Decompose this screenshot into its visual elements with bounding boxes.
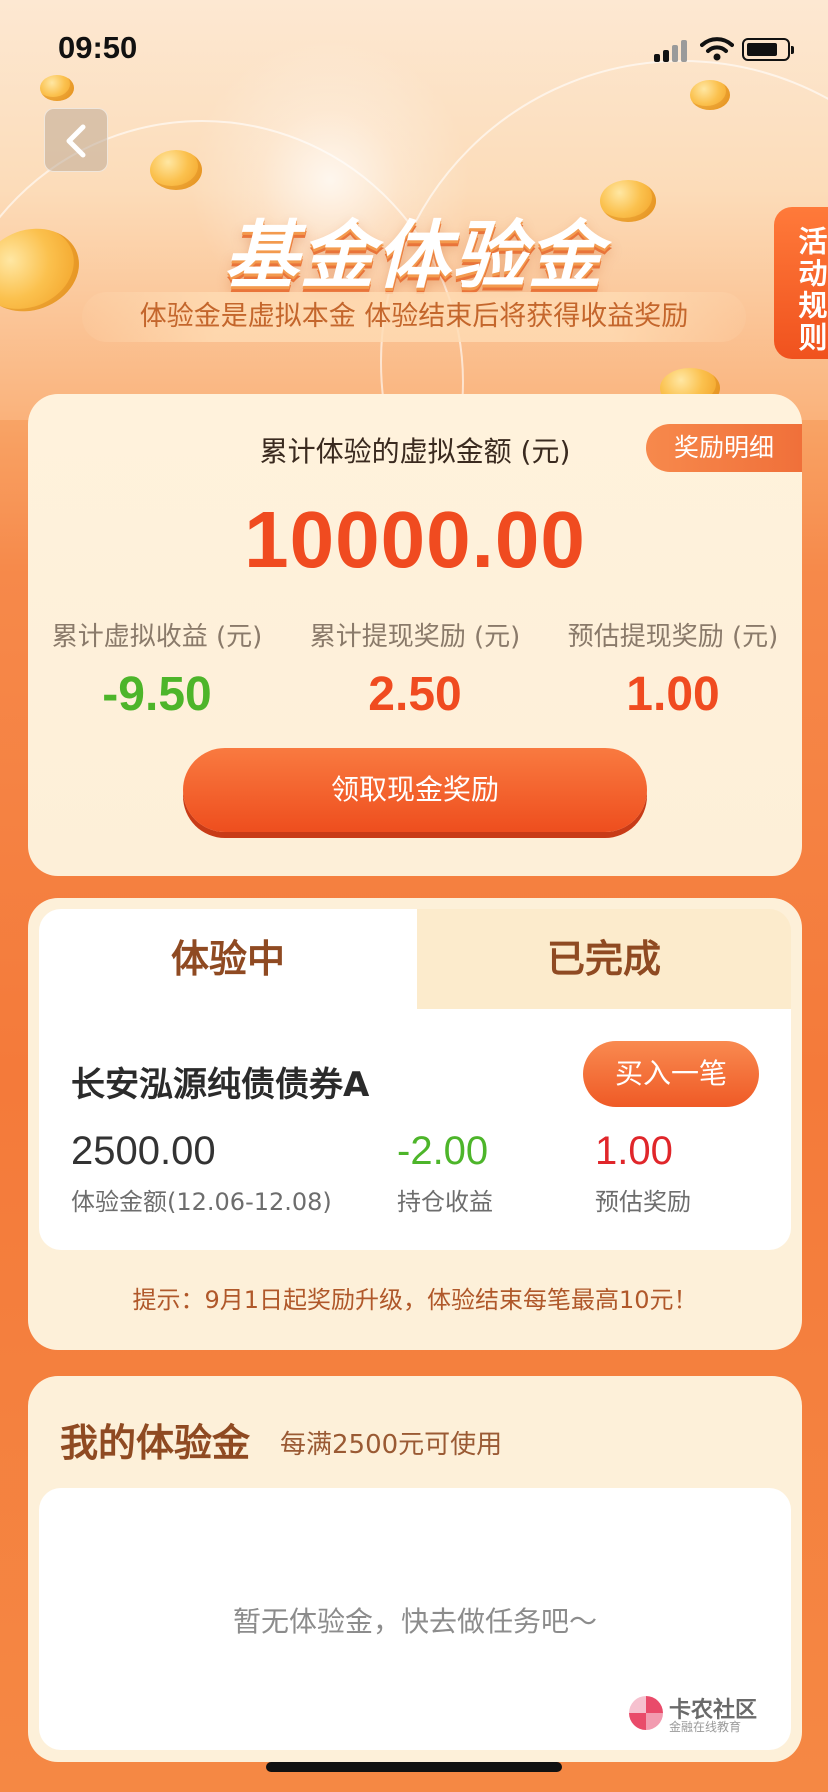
watermark-subtitle: 金融在线教育: [669, 1720, 742, 1734]
stat-value: 1.00: [626, 668, 720, 721]
empty-state-text: 暂无体验金，快去做任务吧～: [232, 1605, 597, 1638]
wifi-icon: [700, 36, 734, 62]
status-bar: 09:50: [0, 0, 828, 100]
experience-card: 体验中 已完成 长安泓源纯债债券A 买入一笔 2500.00 体验金额(12.0…: [28, 898, 802, 1350]
watermark: 卡农社区 金融在线教育: [629, 1692, 769, 1736]
stat-estimated-reward: 预估提现奖励 (元) 1.00: [544, 616, 802, 722]
kanong-logo-icon: [629, 1696, 663, 1730]
stat-value: -9.50: [102, 668, 212, 721]
stat-withdraw-reward: 累计提现奖励 (元) 2.50: [286, 616, 544, 722]
tab-completed[interactable]: 已完成: [417, 909, 791, 1009]
fund-item: 长安泓源纯债债券A 买入一笔 2500.00 体验金额(12.06-12.08)…: [39, 1009, 791, 1250]
fund-amount-value: 2500.00: [71, 1129, 216, 1173]
buy-button[interactable]: 买入一笔: [583, 1041, 759, 1107]
experience-tabs: 体验中 已完成: [39, 909, 791, 1009]
fund-amount: 2500.00 体验金额(12.06-12.08): [71, 1129, 332, 1217]
fund-estimated-reward: 1.00 预估奖励: [595, 1129, 691, 1217]
holding-income-value: -2.00: [397, 1129, 489, 1173]
stat-virtual-income: 累计虚拟收益 (元) -9.50: [28, 616, 286, 722]
estimated-reward-label: 预估奖励: [595, 1188, 691, 1216]
estimated-reward-value: 1.00: [595, 1129, 673, 1173]
status-time: 09:50: [58, 30, 138, 65]
reward-detail-button[interactable]: 奖励明细: [646, 424, 802, 472]
my-funds-title: 我的体验金: [60, 1421, 251, 1465]
holding-income-label: 持仓收益: [397, 1188, 493, 1216]
stat-value: 2.50: [368, 668, 462, 721]
activity-rules-tab[interactable]: 活动规则: [774, 207, 828, 359]
claim-cash-reward-button[interactable]: 领取现金奖励: [183, 748, 647, 832]
chevron-left-icon: [66, 124, 86, 158]
battery-icon: [742, 38, 794, 61]
home-indicator: [266, 1762, 562, 1772]
stat-label: 累计提现奖励 (元): [309, 622, 521, 652]
stat-label: 预估提现奖励 (元): [567, 622, 779, 652]
fund-holding-income: -2.00 持仓收益: [397, 1129, 493, 1217]
fund-amount-label: 体验金额(12.06-12.08): [71, 1188, 332, 1216]
my-funds-card: 我的体验金 每满2500元可使用 暂无体验金，快去做任务吧～ 卡农社区 金融在线…: [28, 1376, 802, 1762]
tab-in-progress[interactable]: 体验中: [39, 909, 417, 1009]
page-title: 基金体验金: [224, 213, 604, 299]
tip-text: 提示：9月1日起奖励升级，体验结束每笔最高10元！: [132, 1286, 698, 1314]
cellular-signal-icon: [654, 38, 690, 62]
page-subtitle: 体验金是虚拟本金 体验结束后将获得收益奖励: [82, 292, 746, 342]
stat-label: 累计虚拟收益 (元): [51, 622, 263, 652]
my-funds-list: 暂无体验金，快去做任务吧～ 卡农社区 金融在线教育: [39, 1488, 791, 1750]
coin-icon: [150, 150, 202, 190]
total-amount-value: 10000.00: [244, 495, 586, 584]
my-funds-subtitle: 每满2500元可使用: [280, 1430, 503, 1460]
summary-card: 累计体验的虚拟金额 (元) 奖励明细 10000.00 累计虚拟收益 (元) -…: [28, 394, 802, 876]
back-button[interactable]: [44, 108, 108, 172]
fund-name[interactable]: 长安泓源纯债债券A: [71, 1057, 369, 1106]
